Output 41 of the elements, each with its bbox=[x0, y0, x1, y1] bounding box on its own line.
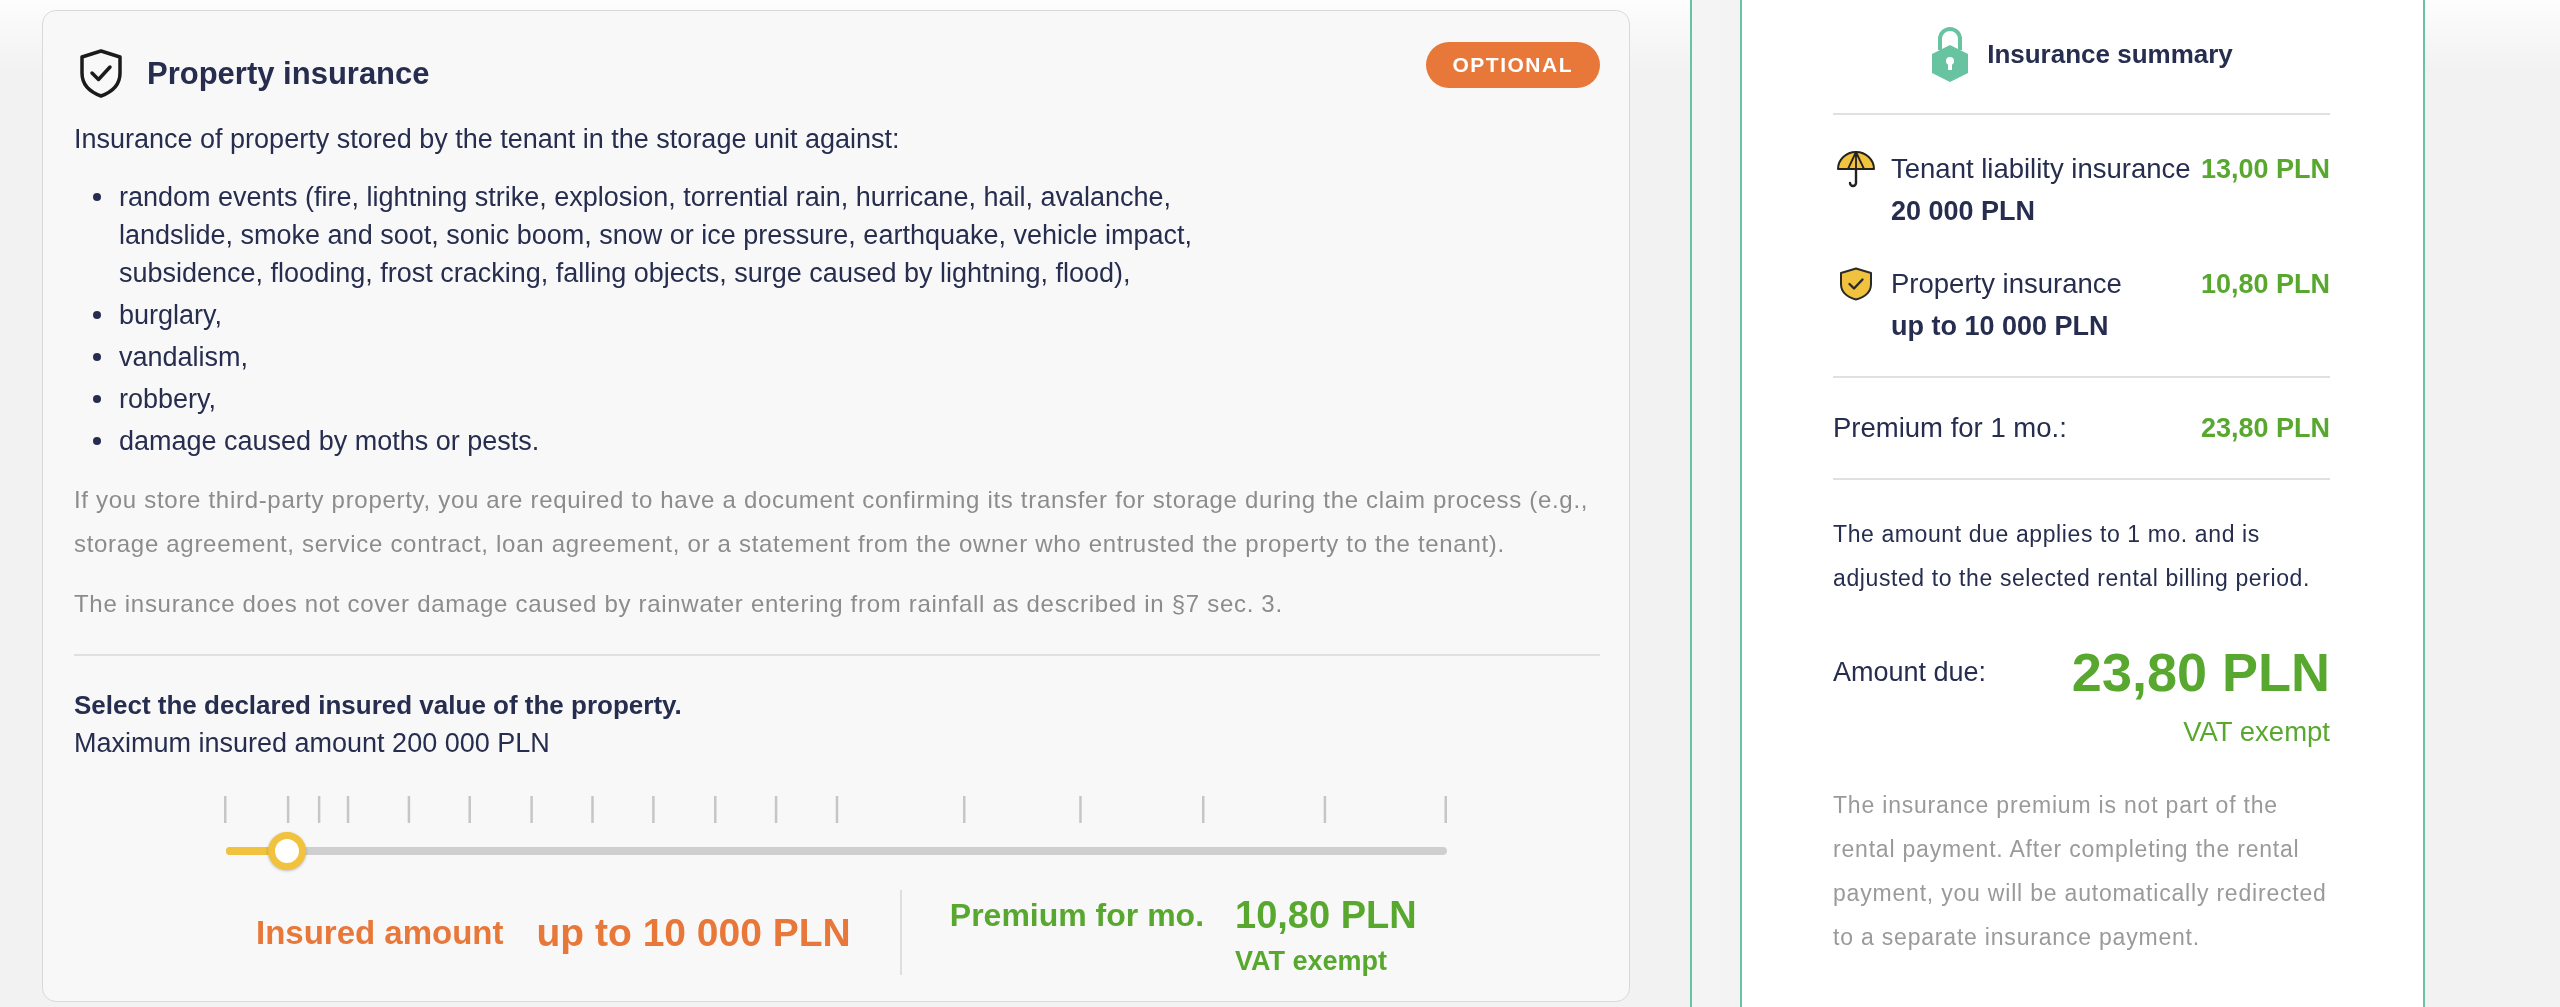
list-item-text: vandalism, bbox=[119, 341, 249, 374]
slider-thumb[interactable] bbox=[268, 832, 307, 870]
vat-note: VAT exempt bbox=[1235, 946, 1388, 976]
intro-text: Insurance of property stored by the tenant in the storage unit against: bbox=[74, 123, 901, 156]
premium-total: 23,80 PLN bbox=[2200, 412, 2330, 445]
status-badge: OPTIONAL bbox=[1425, 42, 1600, 88]
list-item-text: robbery, bbox=[119, 383, 217, 416]
bullet-icon bbox=[93, 193, 101, 201]
maximum-amount-text: Maximum insured amount 200 000 PLN bbox=[74, 727, 551, 760]
amount-due-value: 23,80 PLN bbox=[2071, 641, 2330, 704]
card-title: Property insurance bbox=[147, 55, 430, 93]
premium-value: 10,80 PLN bbox=[1235, 893, 1417, 937]
coverage-name: Tenant liability insurance bbox=[1891, 152, 2192, 186]
note-text: The insurance does not cover damage caused by rainwater entering from rainfall as described in §7 sec. 3. bbox=[74, 589, 1284, 619]
coverage-price: 10,80 PLN bbox=[2200, 268, 2330, 301]
bullet-icon bbox=[93, 311, 101, 319]
insured-amount-label: Insured amount bbox=[256, 912, 504, 953]
bullet-icon bbox=[93, 353, 101, 361]
shield-check-icon bbox=[79, 49, 123, 98]
summary-title: Insurance summary bbox=[1987, 38, 2233, 69]
premium-label: Premium for 1 mo.: bbox=[1833, 411, 2067, 445]
amount-due-label: Amount due: bbox=[1833, 656, 1987, 689]
bullet-icon bbox=[93, 395, 101, 403]
list-item-text: damage caused by moths or pests. bbox=[119, 425, 540, 458]
coverage-name: Property insurance bbox=[1891, 267, 2123, 301]
insured-amount-value: up to 10 000 PLN bbox=[536, 909, 851, 956]
slider-track[interactable] bbox=[226, 832, 1447, 870]
section-heading: Select the declared insured value of the property. bbox=[74, 689, 683, 722]
payment-note: The insurance premium is not part of the rental payment. After completing the rental payment, you will be automatically redirected to a separate insurance payment. bbox=[1833, 791, 2328, 952]
coverage-amount: up to 10 000 PLN bbox=[1891, 310, 2110, 343]
coverage-amount: 20 000 PLN bbox=[1891, 195, 2037, 228]
coverage-price: 13,00 PLN bbox=[2200, 153, 2330, 186]
umbrella-icon bbox=[1836, 149, 1876, 189]
billing-note: The amount due applies to 1 mo. and is adjusted to the selected rental billing period. bbox=[1833, 520, 2311, 593]
vat-note: VAT exempt bbox=[2183, 715, 2330, 749]
bullet-icon bbox=[93, 437, 101, 445]
list-item-text: burglary, bbox=[119, 299, 223, 332]
note-text: If you store third-party property, you are required to have a document confirming its transfer for storage during the claim process (e.g., storage agreement, service contract, loan agreement, or a statement from the owner who entrusted the property to the tenant). bbox=[74, 485, 1590, 559]
shield-check-icon bbox=[1839, 267, 1873, 301]
lock-icon bbox=[1930, 25, 1971, 82]
premium-label: Premium for mo. bbox=[949, 896, 1205, 935]
